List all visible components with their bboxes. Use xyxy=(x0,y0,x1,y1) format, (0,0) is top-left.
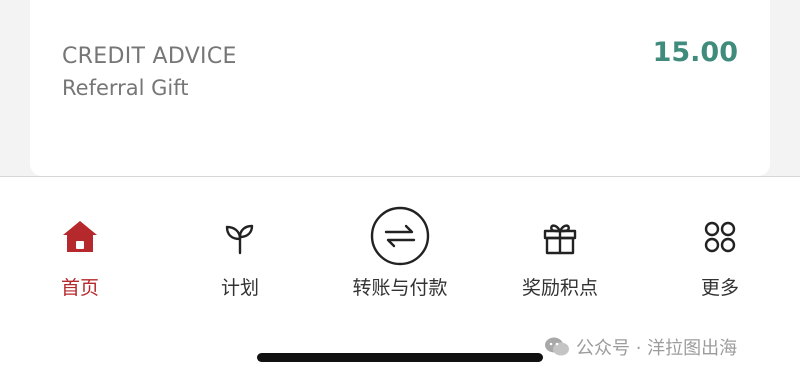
transaction-type: CREDIT ADVICE xyxy=(62,44,237,69)
tab-home-label: 首页 xyxy=(60,277,99,299)
sprout-icon xyxy=(218,215,262,259)
tab-plan[interactable]: 计划 xyxy=(170,209,310,309)
tab-more[interactable]: 更多 xyxy=(650,209,790,309)
watermark-text: 公众号 · 洋拉图出海 xyxy=(576,338,738,359)
tab-rewards-label: 奖励积点 xyxy=(521,277,598,299)
watermark: 公众号 · 洋拉图出海 xyxy=(544,334,737,360)
home-icon xyxy=(58,215,102,259)
tab-plan-label: 计划 xyxy=(220,277,259,299)
transaction-card[interactable]: CREDIT ADVICE Referral Gift 15.00 xyxy=(30,0,770,176)
gift-icon xyxy=(538,215,582,259)
transfer-icon xyxy=(370,206,430,266)
tab-more-label: 更多 xyxy=(700,277,739,299)
wechat-icon xyxy=(544,336,570,358)
more-grid-icon xyxy=(698,215,742,259)
transaction-description: Referral Gift xyxy=(62,76,189,100)
transaction-amount: 15.00 xyxy=(652,37,738,68)
tab-rewards[interactable]: 奖励积点 xyxy=(490,209,630,309)
tab-transfer[interactable]: 转账与付款 xyxy=(330,206,470,309)
tab-home[interactable]: 首页 xyxy=(10,209,150,309)
home-indicator[interactable] xyxy=(257,353,543,362)
tab-transfer-label: 转账与付款 xyxy=(352,277,448,299)
